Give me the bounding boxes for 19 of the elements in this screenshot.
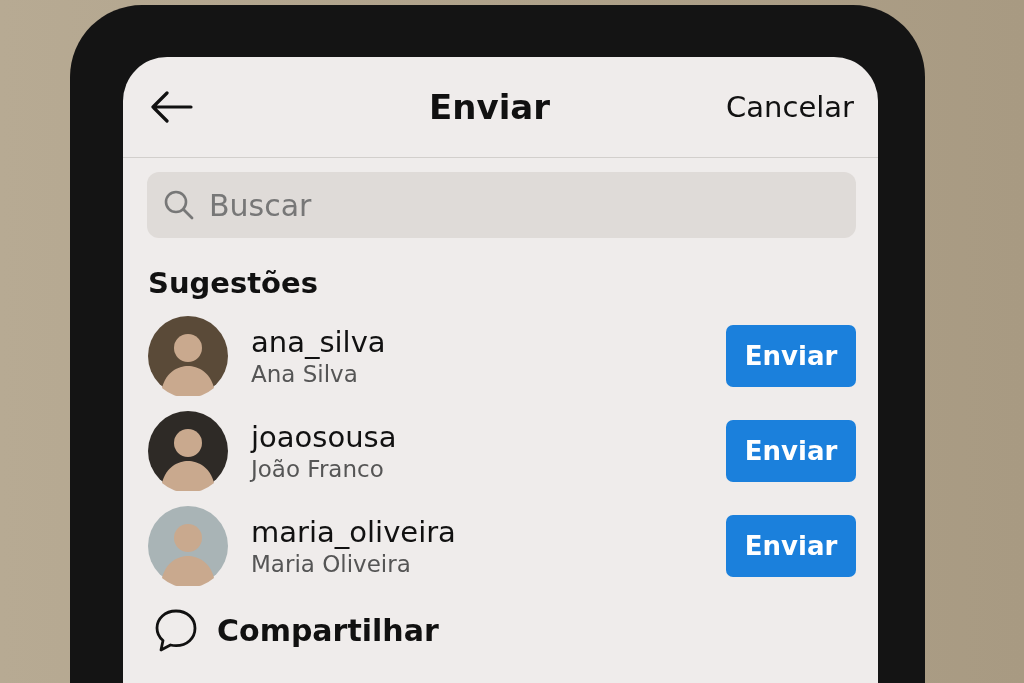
full-name: Maria Oliveira	[251, 551, 412, 577]
screen-title: Enviar	[429, 87, 550, 127]
username: joaosousa	[251, 420, 398, 454]
avatar-icon	[148, 411, 228, 491]
avatar-icon	[148, 316, 228, 396]
username: ana_silva	[251, 325, 387, 359]
avatar-icon	[148, 506, 228, 586]
username: maria_oliveira	[251, 515, 457, 549]
full-name: Ana Silva	[251, 361, 359, 387]
search-field[interactable]: Buscar	[147, 172, 856, 238]
back-arrow-icon[interactable]	[149, 91, 193, 123]
section-heading: Sugestões	[148, 266, 319, 300]
full-name: João Franco	[251, 456, 385, 482]
cancel-button[interactable]: Cancelar	[726, 90, 854, 124]
chat-bubble-icon[interactable]	[153, 607, 199, 653]
send-button[interactable]: Enviar	[726, 325, 856, 387]
send-button[interactable]: Enviar	[726, 420, 856, 482]
share-button[interactable]: Compartilhar	[217, 612, 439, 648]
send-button[interactable]: Enviar	[726, 515, 856, 577]
